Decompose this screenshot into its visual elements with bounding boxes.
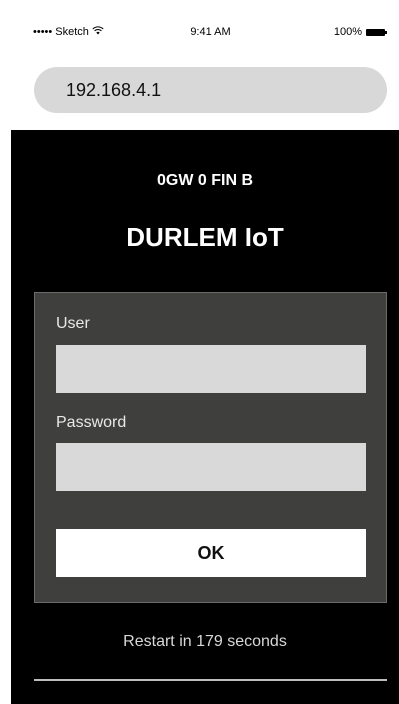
divider	[34, 679, 387, 681]
user-input[interactable]	[56, 345, 366, 393]
password-label: Password	[56, 414, 127, 431]
battery-percent: 100%	[333, 26, 362, 38]
page-title: DURLEM IoT	[126, 222, 284, 252]
phone-screen: ••••• Sketch 9:41 AM 100% 192.168.4.1 0G…	[0, 0, 399, 704]
address-bar[interactable]: 192.168.4.1	[34, 67, 387, 113]
status-bar: ••••• Sketch 9:41 AM 100%	[0, 22, 399, 44]
page-content: 0GW 0 FIN B DURLEM IoT User Password OK …	[11, 130, 399, 704]
battery-icon	[366, 28, 387, 36]
login-form: User Password OK	[34, 292, 387, 603]
device-id: 0GW 0 FIN B	[156, 172, 253, 189]
user-label: User	[56, 315, 90, 332]
restart-countdown: Restart in 179 seconds	[123, 633, 287, 650]
password-input[interactable]	[56, 443, 366, 491]
ok-button[interactable]: OK	[56, 529, 366, 577]
status-right: 100%	[333, 26, 387, 38]
